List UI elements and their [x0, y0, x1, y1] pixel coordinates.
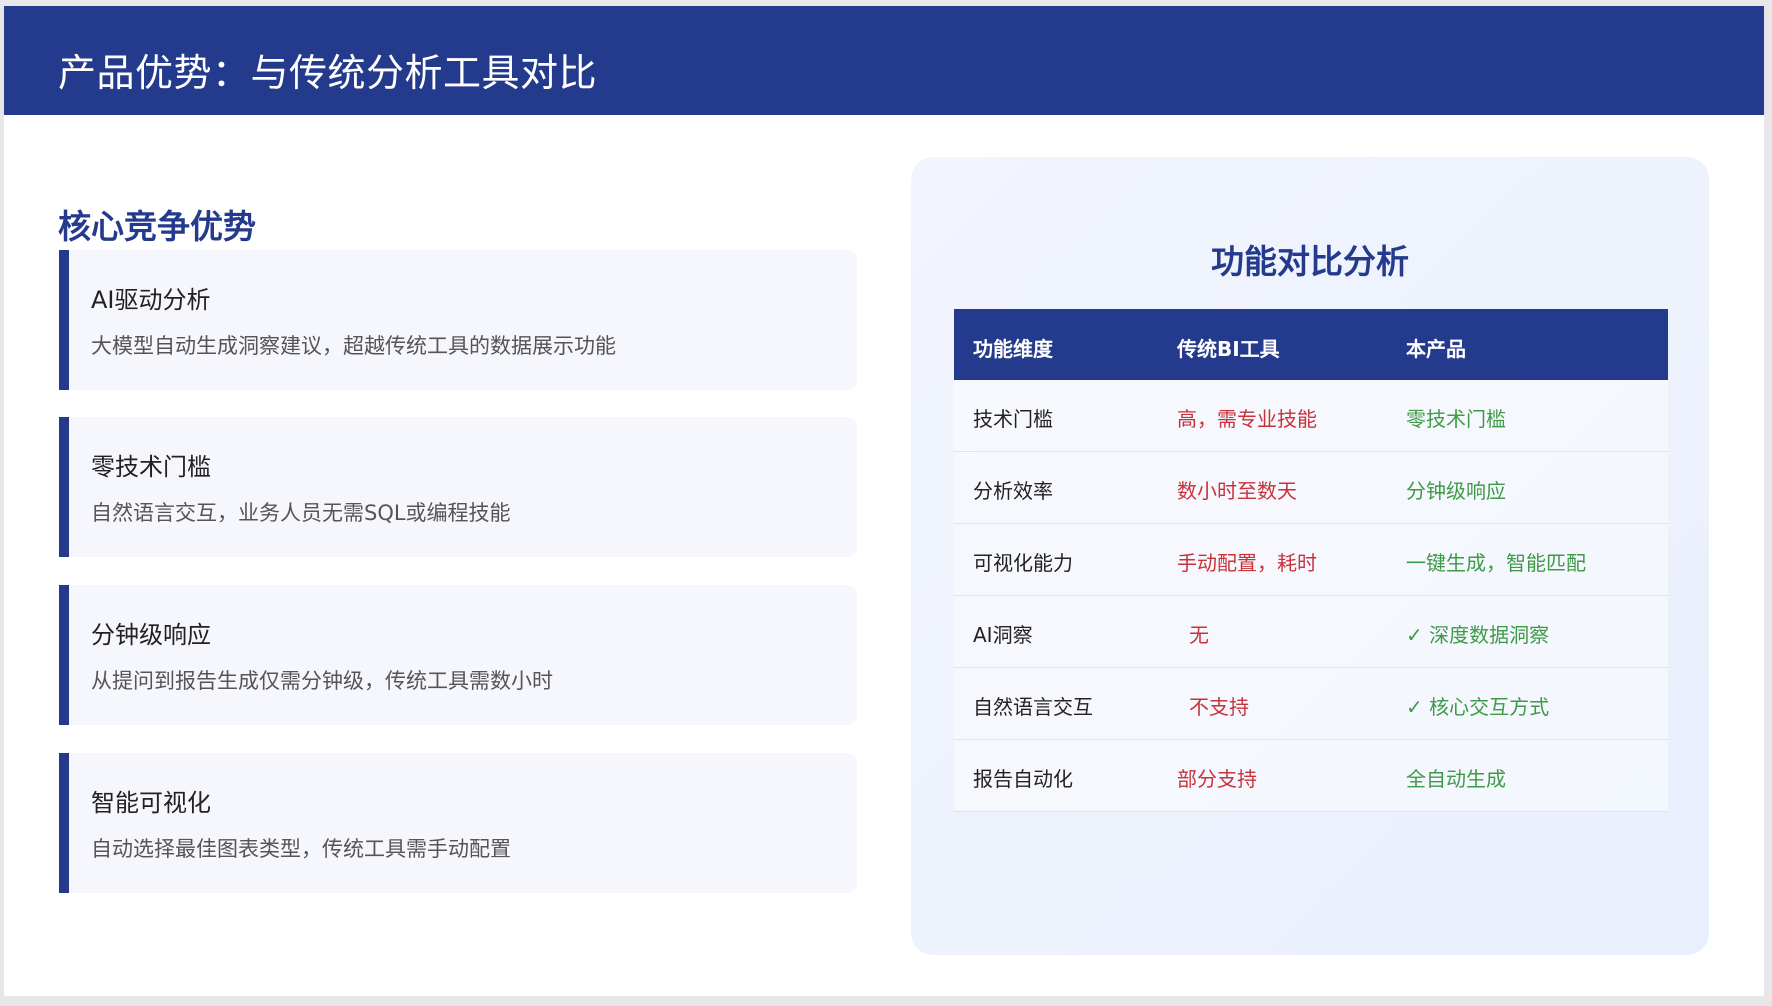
card-desc: 大模型自动生成洞察建议，超越传统工具的数据展示功能 [91, 334, 616, 358]
advantage-card-ai: AI驱动分析 大模型自动生成洞察建议，超越传统工具的数据展示功能 [59, 250, 857, 390]
card-title: 智能可视化 [91, 789, 211, 817]
table-row: 分析效率 数小时至数天 分钟级响应 [954, 452, 1668, 524]
cell-dimension: 可视化能力 [973, 551, 1073, 575]
table-row: 技术门槛 高，需专业技能 零技术门槛 [954, 380, 1668, 452]
cell-product: ✓ 深度数据洞察 [1406, 623, 1550, 647]
cell-product: 零技术门槛 [1406, 407, 1506, 431]
table-row: 自然语言交互 不支持 ✓ 核心交互方式 [954, 668, 1668, 740]
card-title: 分钟级响应 [91, 621, 211, 649]
card-desc: 自动选择最佳图表类型，传统工具需手动配置 [91, 837, 511, 861]
cell-product: 一键生成，智能匹配 [1406, 551, 1586, 575]
table-row: 报告自动化 部分支持 全自动生成 [954, 740, 1668, 812]
cell-traditional: 部分支持 [1177, 767, 1257, 791]
cell-dimension: AI洞察 [973, 623, 1033, 647]
card-desc: 从提问到报告生成仅需分钟级，传统工具需数小时 [91, 669, 553, 693]
advantage-card-visual: 智能可视化 自动选择最佳图表类型，传统工具需手动配置 [59, 753, 857, 893]
panel-title: 功能对比分析 [1211, 242, 1409, 281]
cell-traditional: 数小时至数天 [1177, 479, 1297, 503]
section-title: 核心竞争优势 [58, 207, 256, 246]
cell-product: ✓ 核心交互方式 [1406, 695, 1550, 719]
cell-traditional: 不支持 [1189, 695, 1249, 719]
header-traditional: 传统BI工具 [1177, 337, 1280, 361]
cell-dimension: 自然语言交互 [973, 695, 1093, 719]
cell-product: 分钟级响应 [1406, 479, 1506, 503]
comparison-table: 功能维度 传统BI工具 本产品 技术门槛 高，需专业技能 零技术门槛 分析效率 … [954, 309, 1668, 812]
cell-traditional: 手动配置，耗时 [1177, 551, 1317, 575]
table-header: 功能维度 传统BI工具 本产品 [954, 309, 1668, 380]
cell-product: 全自动生成 [1406, 767, 1506, 791]
comparison-panel: 功能对比分析 功能维度 传统BI工具 本产品 技术门槛 高，需专业技能 零技术门… [911, 157, 1709, 955]
card-desc: 自然语言交互，业务人员无需SQL或编程技能 [91, 501, 511, 525]
slide: 产品优势：与传统分析工具对比 核心竞争优势 AI驱动分析 大模型自动生成洞察建议… [4, 6, 1764, 996]
cell-traditional: 无 [1189, 623, 1209, 647]
cell-dimension: 分析效率 [973, 479, 1053, 503]
cell-traditional: 高，需专业技能 [1177, 407, 1317, 431]
card-title: 零技术门槛 [91, 453, 211, 481]
cell-dimension: 报告自动化 [973, 767, 1073, 791]
table-row: 可视化能力 手动配置，耗时 一键生成，智能匹配 [954, 524, 1668, 596]
advantage-card-speed: 分钟级响应 从提问到报告生成仅需分钟级，传统工具需数小时 [59, 585, 857, 725]
header-bar: 产品优势：与传统分析工具对比 [4, 6, 1764, 115]
advantage-card-no-code: 零技术门槛 自然语言交互，业务人员无需SQL或编程技能 [59, 417, 857, 557]
page-title: 产品优势：与传统分析工具对比 [58, 51, 598, 95]
header-dimension: 功能维度 [973, 337, 1053, 361]
table-row: AI洞察 无 ✓ 深度数据洞察 [954, 596, 1668, 668]
card-title: AI驱动分析 [91, 286, 211, 314]
cell-dimension: 技术门槛 [973, 407, 1053, 431]
header-product: 本产品 [1406, 337, 1466, 361]
